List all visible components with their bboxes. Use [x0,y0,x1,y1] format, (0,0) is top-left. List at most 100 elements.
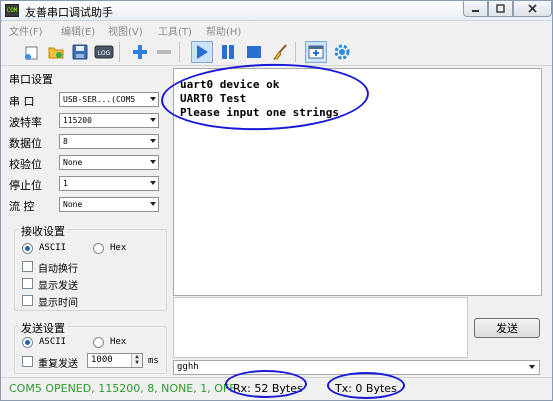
repeat-interval-stepper[interactable]: 1000 ▲ ▼ [87,353,143,368]
status-bar: COM5 OPENED, 115200, 8, NONE, 1, OFF Rx:… [1,377,552,399]
stop-bits-select[interactable]: 1 [59,176,159,191]
menu-view[interactable]: 视图(V) [108,23,143,38]
show-send-label: 显示发送 [38,281,78,292]
receive-display[interactable]: uart0 device ok UART0 Test Please input … [173,68,542,296]
chevron-down-icon [150,97,156,101]
rx-count: Rx: 52 Bytes [233,382,303,395]
show-send-checkbox[interactable] [22,278,33,289]
menu-bar: 文件(F) 编辑(E) 视图(V) 工具(T) 帮助(H) [1,21,552,38]
menu-help[interactable]: 帮助(H) [206,23,241,38]
menu-edit[interactable]: 编辑(E) [61,23,95,38]
receive-settings-group [14,229,167,311]
data-bits-select[interactable]: 8 [59,134,159,149]
chevron-down-icon [529,365,535,369]
gear-icon [334,44,350,60]
receive-line: UART0 Test [180,92,247,105]
repeat-send-label: 重复发送 [38,359,78,370]
minimize-button[interactable] [463,1,488,17]
serial-settings-title: 串口设置 [9,73,53,86]
send-input[interactable] [173,297,468,358]
log-icon: LOG [94,45,114,59]
chevron-down-icon [150,160,156,164]
window-plus-icon [308,45,324,59]
show-time-label: 显示时间 [38,298,78,309]
close-icon [528,4,537,13]
repeat-interval-value: 1000 [91,355,113,365]
port-value: USB-SER...(COM5 [63,95,136,104]
maximize-button[interactable] [488,1,513,17]
port-label: 串 口 [9,95,35,108]
maximize-icon [496,4,505,13]
send-history-value: gghh [177,362,199,372]
menu-tools[interactable]: 工具(T) [158,23,192,38]
receive-hex-radio[interactable] [93,243,104,254]
open-button[interactable] [45,41,67,63]
send-ascii-label: ASCII [39,337,67,347]
receive-ascii-radio[interactable] [22,243,33,254]
minimize-icon [472,10,479,12]
baud-select[interactable]: 115200 [59,113,159,128]
stop-bits-value: 1 [63,179,68,188]
broom-icon [273,44,287,60]
stop-icon [247,46,261,58]
toolbar-separator [295,42,296,62]
flow-control-select[interactable]: None [59,197,159,212]
send-ascii-radio[interactable] [22,337,33,348]
auto-wrap-checkbox[interactable] [22,261,33,272]
menu-file[interactable]: 文件(F) [9,23,43,38]
repeat-interval-unit: ms [148,356,159,366]
flow-control-value: None [63,200,83,209]
save-button[interactable] [69,41,91,63]
receive-line: Please input one strings [180,106,339,119]
open-folder-icon [48,47,64,59]
stop-bits-label: 停止位 [9,179,42,192]
chevron-down-icon [150,118,156,122]
parity-label: 校验位 [9,158,42,171]
pause-button[interactable] [217,41,239,63]
chevron-down-icon [150,139,156,143]
send-hex-radio[interactable] [93,337,104,348]
new-file-icon [25,46,38,60]
svg-text:LOG: LOG [98,50,111,57]
remove-button[interactable] [153,41,175,63]
data-bits-label: 数据位 [9,137,42,150]
start-button[interactable] [191,41,213,63]
plus-icon [133,45,147,59]
close-button[interactable] [513,1,552,17]
connection-status: COM5 OPENED, 115200, 8, NONE, 1, OFF [9,382,236,395]
window-title: 友善串口调试助手 [25,6,113,19]
baud-value: 115200 [63,116,92,125]
app-window: COM 友善串口调试助手 文件(F) 编辑(E) 视图(V) 工具(T) 帮助(… [0,0,553,401]
repeat-send-checkbox[interactable] [22,356,33,367]
chevron-down-icon [150,202,156,206]
data-bits-value: 8 [63,137,68,146]
send-button[interactable]: 发送 [474,318,540,338]
baud-label: 波特率 [9,116,42,129]
send-hex-label: Hex [110,337,127,347]
stepper-arrows-icon[interactable]: ▲ ▼ [131,354,142,367]
clear-button[interactable] [269,41,291,63]
title-bar: COM 友善串口调试助手 [1,1,552,21]
add-button[interactable] [129,41,151,63]
flow-control-label: 流 控 [9,200,35,213]
chevron-down-icon [150,181,156,185]
add-window-button[interactable] [305,41,327,63]
toolbar: LOG [1,38,552,66]
send-history-select[interactable]: gghh [173,360,540,375]
show-time-checkbox[interactable] [22,295,33,306]
new-button[interactable] [21,41,43,63]
parity-value: None [63,158,83,167]
receive-settings-title: 接收设置 [19,223,67,239]
receive-hex-label: Hex [110,243,127,253]
receive-line: uart0 device ok [180,78,280,91]
stop-button[interactable] [243,41,265,63]
settings-button[interactable] [331,41,353,63]
pause-icon [222,45,234,59]
send-settings-title: 发送设置 [19,320,67,336]
toolbar-separator [119,42,120,62]
toolbar-separator [179,42,180,62]
log-button[interactable]: LOG [93,41,115,63]
play-icon [197,45,208,59]
port-select[interactable]: USB-SER...(COM5 [59,92,159,107]
parity-select[interactable]: None [59,155,159,170]
